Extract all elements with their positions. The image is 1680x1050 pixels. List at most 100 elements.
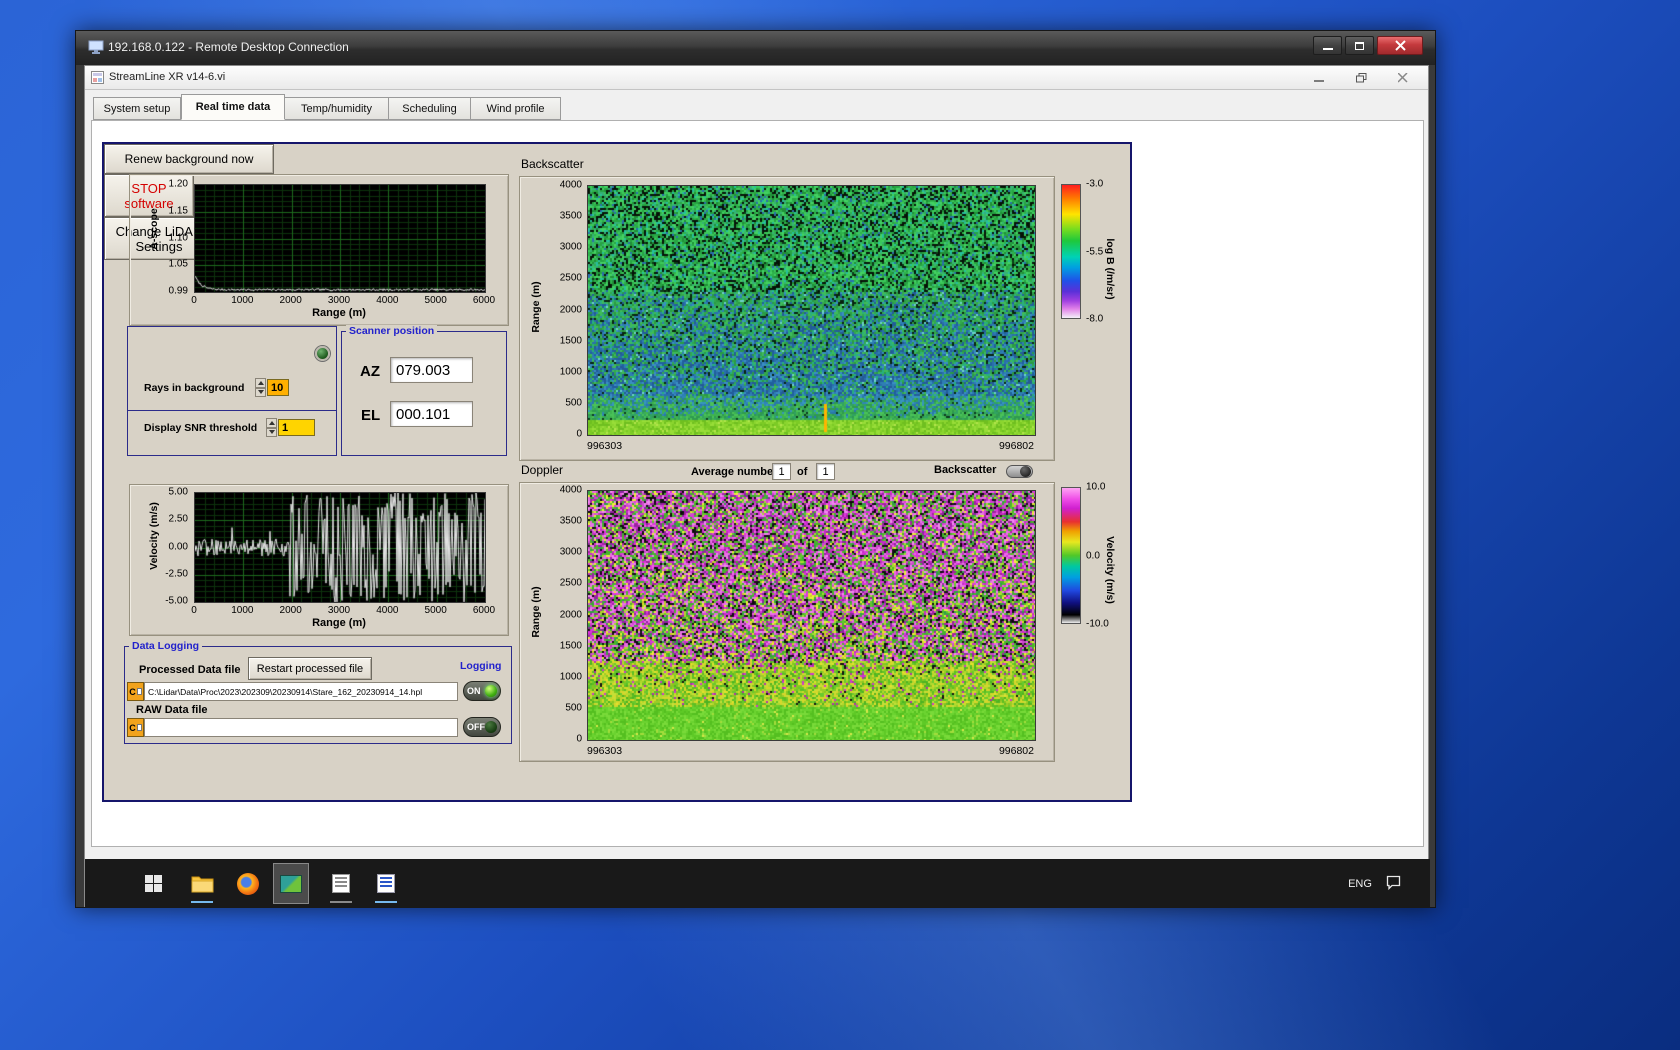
of-label: of — [797, 466, 808, 478]
tab-real-time-data[interactable]: Real time data — [181, 94, 285, 120]
drive-letter: C — [129, 686, 136, 697]
snr-spinner[interactable] — [266, 418, 277, 437]
notification-icon[interactable] — [1385, 874, 1402, 896]
renew-background-button[interactable]: Renew background now — [104, 144, 274, 174]
tick-label: 1500 — [559, 335, 582, 347]
open-app-indicator — [375, 901, 397, 903]
rdp-app-button[interactable] — [273, 863, 309, 904]
tick-label: 5.00 — [168, 486, 188, 498]
tick-label: 3500 — [559, 515, 582, 527]
el-value-field[interactable]: 000.101 — [390, 401, 473, 427]
app-close-button[interactable] — [1392, 69, 1414, 86]
app-window-title: StreamLine XR v14-6.vi — [109, 71, 226, 83]
scan-schedule-button[interactable] — [323, 863, 359, 904]
backscatter-x-start: 996303 — [587, 440, 623, 452]
tick-label: 0.00 — [168, 541, 188, 552]
firefox-button[interactable] — [230, 863, 266, 904]
raw-path-field[interactable] — [144, 718, 458, 737]
velocity-trace-canvas — [195, 493, 485, 602]
tab-temp-humidity[interactable]: Temp/humidity — [285, 97, 389, 120]
desktop: 192.168.0.122 - Remote Desktop Connectio… — [0, 0, 1680, 1050]
tick-label: 4000 — [376, 295, 399, 306]
rdp-app-icon — [280, 874, 302, 893]
schedule-list-button[interactable] — [368, 863, 404, 904]
az-value-field[interactable]: 079.003 — [390, 357, 473, 383]
tick-label: 1.10 — [168, 232, 188, 243]
off-label: OFF — [467, 722, 485, 732]
tick-label: 1.15 — [168, 205, 188, 217]
tick-label: 10.0 — [1086, 481, 1106, 493]
doppler-y-ticks: 4000 3500 3000 2500 2000 1500 1000 500 0 — [550, 485, 584, 745]
language-indicator[interactable]: ENG — [1346, 870, 1374, 897]
raw-logging-toggle[interactable]: OFF — [463, 717, 501, 737]
tick-label: 2500 — [559, 577, 582, 589]
tick-label: -3.0 — [1086, 178, 1104, 190]
velocity-plot — [194, 492, 486, 603]
app-minimize-button[interactable] — [1308, 69, 1330, 86]
app-titlebar: StreamLine XR v14-6.vi — [85, 66, 1428, 90]
tick-label: 2000 — [559, 609, 582, 620]
tick-label: 1.05 — [168, 258, 188, 270]
backscatter-y-axis-label: Range (m) — [530, 281, 542, 333]
rays-spinner[interactable] — [255, 378, 266, 397]
tick-label: 4000 — [559, 179, 582, 191]
processed-path-browse-button[interactable]: C — [127, 682, 144, 701]
backscatter-y-ticks: 4000 3500 3000 2500 2000 1500 1000 500 0 — [550, 180, 584, 440]
tick-label: 4000 — [559, 484, 582, 496]
file-explorer-button[interactable] — [184, 863, 220, 904]
processed-logging-toggle[interactable]: ON — [463, 681, 501, 701]
doppler-heatmap — [587, 490, 1036, 741]
tick-label: 0 — [576, 733, 582, 745]
tick-label: 3000 — [327, 295, 351, 306]
average-of-field[interactable]: 1 — [816, 463, 835, 480]
ascope-trace-canvas — [195, 185, 485, 292]
doppler-x-start: 996303 — [587, 745, 623, 757]
tick-label: 3000 — [327, 605, 351, 616]
data-logging-box: Data Logging Processed Data file Restart… — [124, 640, 512, 744]
tick-label: 6000 — [472, 295, 496, 306]
rdp-minimize-button[interactable] — [1313, 36, 1342, 55]
rays-value-field[interactable]: 10 — [267, 379, 289, 396]
backscatter-toggle-label: Backscatter — [934, 464, 997, 476]
windows-start-icon — [144, 875, 162, 892]
tick-label: 1000 — [559, 671, 582, 683]
snr-value-field[interactable]: 1 — [278, 419, 315, 436]
logging-label: Logging — [460, 660, 502, 672]
backscatter-x-ticks: 996303 996802 — [587, 440, 1034, 452]
processed-path-field[interactable]: C:\Lidar\Data\Proc\2023\202309\20230914\… — [144, 682, 458, 701]
rays-in-background-label: Rays in background — [144, 382, 245, 394]
real-time-data-panel: A-scope 1.20 1.15 1.10 1.05 0.99 0 1000 2000 30… — [102, 142, 1132, 802]
tab-scheduling[interactable]: Scheduling — [389, 97, 471, 120]
rdp-maximize-button[interactable] — [1345, 36, 1374, 55]
average-number-field[interactable]: 1 — [772, 463, 791, 480]
tick-label: 4000 — [376, 605, 399, 616]
tab-wind-profile[interactable]: Wind profile — [471, 97, 561, 120]
scanner-position-box: Scanner position AZ 079.003 EL 000.101 — [341, 325, 507, 456]
tick-label: 5000 — [424, 605, 447, 616]
backscatter-display-toggle[interactable] — [1006, 465, 1033, 478]
on-label: ON — [467, 686, 481, 696]
tab-system-setup[interactable]: System setup — [93, 97, 181, 120]
tick-label: 0.99 — [168, 285, 188, 297]
list-icon — [377, 874, 395, 893]
doppler-title: Doppler — [521, 463, 564, 477]
restart-processed-file-button[interactable]: Restart processed file — [248, 657, 372, 680]
velocity-x-axis-label: Range (m) — [312, 617, 366, 629]
el-label: EL — [361, 407, 381, 424]
renew-status-led — [315, 346, 330, 361]
remote-taskbar: ENG — [85, 859, 1430, 908]
tick-label: 0 — [576, 428, 582, 440]
open-app-indicator — [191, 901, 213, 903]
tick-label: 2000 — [559, 304, 582, 315]
app-window: StreamLine XR v14-6.vi System setup Real… — [84, 65, 1430, 908]
tick-label: 2000 — [279, 605, 302, 616]
app-restore-button[interactable] — [1350, 69, 1372, 86]
rdp-window-title: 192.168.0.122 - Remote Desktop Connectio… — [108, 40, 349, 54]
raw-path-browse-button[interactable]: C — [127, 718, 144, 737]
tick-label: -5.5 — [1086, 246, 1104, 257]
backscatter-heatmap — [587, 185, 1036, 436]
tick-label: -5.00 — [165, 595, 188, 607]
start-button[interactable] — [135, 863, 171, 904]
rdp-close-button[interactable] — [1377, 36, 1423, 55]
open-app-indicator — [330, 901, 352, 903]
